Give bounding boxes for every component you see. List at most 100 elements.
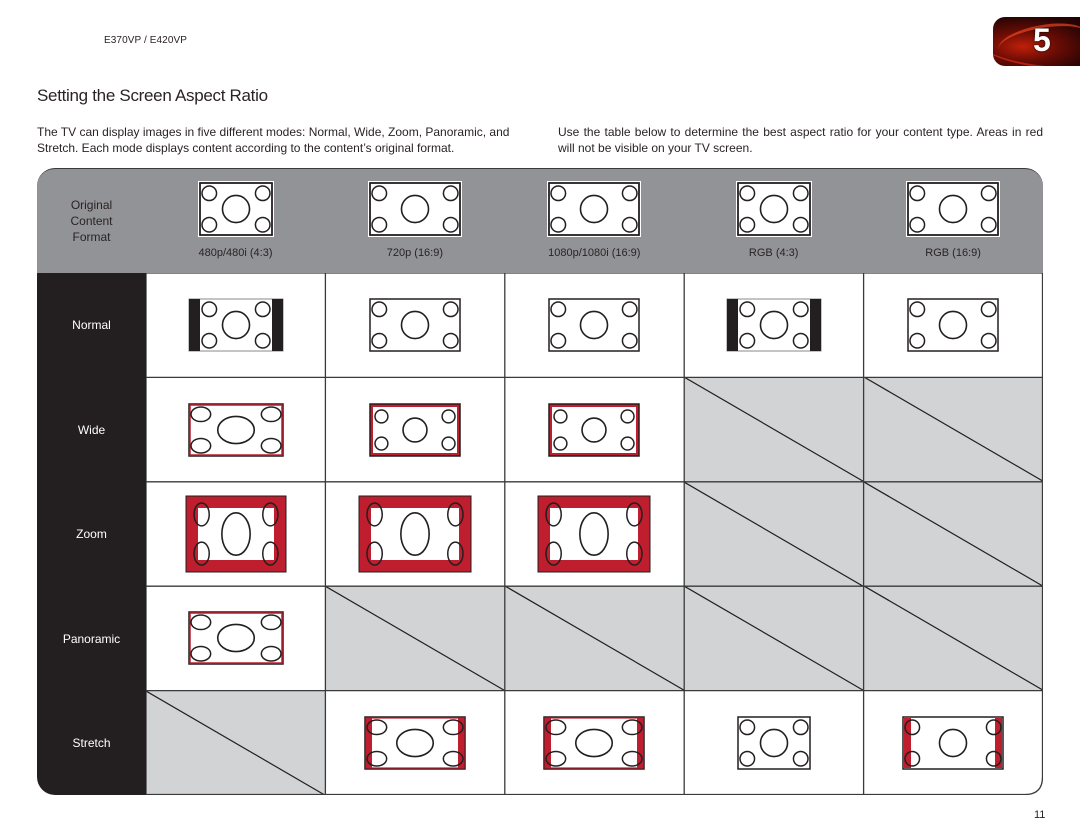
format-label: RGB (16:9) (925, 247, 981, 259)
cell-normal (504, 273, 685, 378)
screen-frame (369, 182, 461, 236)
tv-screen-fit (548, 298, 641, 352)
unavailable-slash (505, 586, 684, 690)
tv-screen-source (547, 181, 642, 237)
tv-screen-source (906, 181, 1001, 237)
screen-frame (198, 182, 273, 236)
tv-screen-fit (737, 716, 811, 770)
cell-unavailable (863, 586, 1043, 691)
tv-screen-source (197, 181, 274, 237)
model-name: E370VP / E420VP (104, 35, 188, 46)
tv-screen-zoom (537, 495, 651, 573)
table-header: Original Content Format 480p/480i (4:3) 7… (37, 168, 1043, 273)
unavailable-slash (684, 586, 863, 690)
cell-unavailable (504, 586, 685, 691)
tv-screen-source (735, 181, 812, 237)
screen-frame (548, 182, 641, 236)
cell-unavailable (146, 690, 326, 795)
tv-screen-fit (369, 298, 461, 352)
diagonal-line (684, 586, 863, 690)
unavailable-slash (864, 377, 1043, 481)
format-label: 1080p/1080i (16:9) (548, 247, 641, 259)
diagonal-line (146, 691, 325, 795)
tv-screen-source (368, 181, 463, 237)
cell-normal (146, 273, 326, 378)
unavailable-slash (864, 586, 1043, 690)
diagonal-line (325, 586, 504, 690)
aspect-ratio-table: Original Content Format 480p/480i (4:3) 7… (37, 168, 1043, 795)
cell-normal (684, 273, 864, 378)
cell-normal (325, 273, 505, 378)
visible-area (552, 406, 637, 453)
header-label-line: Original (70, 198, 113, 212)
unavailable-slash (325, 586, 504, 690)
mode-grid (146, 273, 1043, 795)
format-label: RGB (4:3) (748, 247, 799, 259)
tv-screen-stretch-side (364, 716, 466, 770)
intro-right-paragraph: Use the table below to determine the bes… (558, 125, 1043, 155)
cell-wide (504, 377, 685, 482)
header-label-line: Content (70, 214, 113, 228)
cell-panoramic (146, 586, 326, 691)
tv-screen-pillarbox (188, 298, 284, 352)
tv-screen-stretch-side (543, 716, 646, 770)
cell-zoom (504, 481, 685, 587)
cell-wide (146, 377, 326, 482)
mode-label-wide: Wide (77, 423, 106, 437)
screen-frame (369, 298, 461, 352)
screen-frame (364, 716, 466, 770)
cell-stretch (504, 690, 685, 795)
tv-screen-stretch-wide (187, 402, 284, 457)
format-label: 720p (16:9) (386, 247, 444, 259)
cell-stretch (325, 690, 505, 795)
format-column-header: RGB (4:3) (684, 169, 863, 274)
tv-screen-pillarbox (726, 298, 822, 352)
header-label-original-content-format: Original Content Format (37, 197, 146, 245)
tv-screen-wide-thin (548, 402, 641, 457)
tv-screen-panoramic (187, 611, 284, 666)
screen-frame (548, 298, 641, 352)
mode-label-zoom: Zoom (76, 527, 107, 541)
black-bar-left (726, 299, 738, 352)
unavailable-slash (684, 482, 863, 586)
diagonal-line (864, 586, 1043, 690)
tv-screen-stretch-side-thin (902, 716, 1005, 770)
black-bar-right (271, 299, 283, 352)
unavailable-slash (864, 482, 1043, 586)
screen-frame (737, 716, 811, 770)
chapter-number: 5 (1033, 22, 1051, 58)
diagonal-line (864, 377, 1043, 481)
visible-area (371, 507, 460, 560)
tv-screen-zoom (358, 495, 472, 573)
diagonal-line (684, 482, 863, 586)
visible-area (373, 406, 458, 453)
cell-wide (325, 377, 505, 482)
mode-label-panoramic: Panoramic (62, 632, 121, 646)
mode-label-normal: Normal (72, 318, 111, 332)
visible-area (550, 507, 639, 560)
header-label-line: Format (72, 230, 111, 244)
screen-frame (187, 611, 284, 666)
diagonal-line (864, 482, 1043, 586)
format-column-header: RGB (16:9) (864, 169, 1043, 274)
format-label: 480p/480i (4:3) (198, 247, 273, 259)
screen-frame (736, 182, 811, 236)
tv-screen-wide-thin (369, 402, 461, 457)
unavailable-slash (146, 691, 325, 795)
page-title: Setting the Screen Aspect Ratio (37, 86, 268, 105)
screen-frame (187, 402, 284, 457)
mode-label-stretch: Stretch (72, 736, 111, 750)
tv-screen-zoom (185, 495, 287, 573)
cell-stretch (863, 690, 1043, 795)
cell-normal (863, 273, 1043, 378)
cell-unavailable (684, 586, 864, 691)
cell-unavailable (863, 481, 1043, 587)
cell-unavailable (684, 377, 864, 482)
page-number: 11 (1034, 809, 1046, 821)
chapter-badge: 5 (993, 17, 1080, 66)
screen-frame (907, 298, 1000, 352)
cell-zoom (325, 481, 505, 587)
cell-unavailable (325, 586, 505, 691)
cell-unavailable (684, 481, 864, 587)
screen-frame (902, 716, 1005, 770)
